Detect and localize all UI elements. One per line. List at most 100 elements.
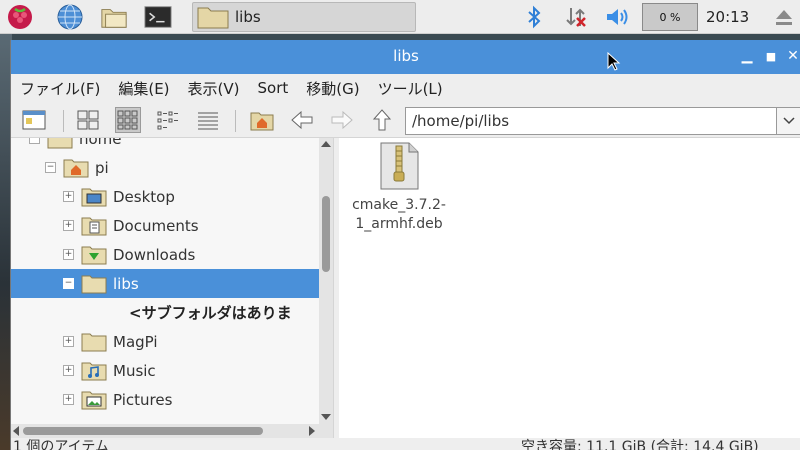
thumbnail-view-button[interactable] (115, 107, 141, 133)
list-view-button[interactable] (195, 107, 221, 133)
scrollbar-thumb[interactable] (322, 196, 330, 272)
bluetooth-icon[interactable] (520, 3, 548, 31)
home-button[interactable] (249, 107, 275, 133)
collapse-icon[interactable]: − (63, 278, 74, 289)
taskbar-window-label: libs (235, 8, 261, 26)
directory-tree[interactable]: − home − pi + Desktop + Documents + Down… (11, 138, 319, 424)
menu-go[interactable]: 移動(G) (297, 78, 368, 99)
new-window-button[interactable] (21, 107, 47, 133)
tree-item-documents[interactable]: + Documents (11, 211, 319, 240)
folder-icon (197, 7, 229, 29)
list-view-icon (198, 112, 218, 130)
expand-icon[interactable]: + (63, 394, 74, 405)
documents-folder-icon (81, 217, 107, 235)
thumbnail-view-icon (117, 110, 138, 130)
window-title: libs (393, 47, 419, 65)
tree-item-label: MagPi (113, 332, 158, 351)
close-icon[interactable]: ✕ (785, 48, 800, 64)
back-button[interactable] (289, 107, 315, 133)
path-dropdown-button[interactable] (777, 107, 800, 135)
scroll-down-icon[interactable] (321, 414, 331, 420)
minimize-icon[interactable]: ▁ (739, 48, 755, 64)
tree-vertical-scrollbar[interactable] (319, 138, 333, 424)
expand-icon[interactable]: + (63, 365, 74, 376)
desktop-folder-icon (81, 188, 107, 206)
collapse-icon[interactable]: − (29, 138, 40, 144)
path-input[interactable]: /home/pi/libs (405, 107, 777, 135)
status-bar: 1 個のアイテム 空き容量: 11.1 GiB (合計: 14.4 GiB) (11, 438, 800, 450)
tree-item-label: libs (113, 274, 139, 293)
tree-item-label: Documents (113, 216, 199, 235)
cpu-usage-monitor[interactable]: 0 % (642, 3, 698, 31)
toolbar: /home/pi/libs (11, 102, 800, 138)
file-manager-icon[interactable] (100, 3, 128, 31)
menu-file[interactable]: ファイル(F) (11, 78, 109, 99)
file-manager-window: libs ▁ ■ ✕ ファイル(F) 編集(E) 表示(V) Sort 移動(G… (10, 40, 800, 450)
tree-item-label: Music (113, 361, 156, 380)
compact-view-button[interactable] (155, 107, 181, 133)
tree-item-downloads[interactable]: + Downloads (11, 240, 319, 269)
window-titlebar[interactable]: libs ▁ ■ ✕ (11, 40, 800, 74)
tree-item-label: Desktop (113, 187, 175, 206)
tree-empty-note-row: <サブフォルダはありま (11, 298, 319, 327)
clock[interactable]: 20:13 (706, 8, 749, 26)
new-window-icon (22, 110, 46, 130)
tree-item-pi[interactable]: − pi (11, 153, 319, 182)
scroll-left-icon[interactable] (13, 426, 19, 436)
menu-sort[interactable]: Sort (249, 79, 298, 97)
web-browser-icon[interactable] (56, 3, 84, 31)
volume-icon[interactable] (604, 3, 632, 31)
network-disconnected-icon[interactable] (562, 3, 590, 31)
taskbar-window-button[interactable]: libs (192, 2, 416, 32)
menubar: ファイル(F) 編集(E) 表示(V) Sort 移動(G) ツール(L) (11, 74, 800, 102)
expand-icon[interactable]: + (63, 191, 74, 202)
file-item[interactable]: cmake_3.7.2-1_armhf.deb (351, 142, 447, 234)
menu-edit[interactable]: 編集(E) (109, 78, 178, 99)
tree-item-pictures[interactable]: + Pictures (11, 385, 319, 414)
menu-tools[interactable]: ツール(L) (369, 78, 452, 99)
no-subfolders-note: <サブフォルダはありま (129, 304, 292, 322)
scroll-right-icon[interactable] (309, 426, 315, 436)
raspberry-menu-icon[interactable] (6, 3, 34, 31)
icon-view-button[interactable] (75, 107, 101, 133)
chevron-down-icon (782, 117, 795, 125)
tree-item-magpi[interactable]: + MagPi (11, 327, 319, 356)
terminal-icon[interactable] (144, 3, 172, 31)
item-count: 1 個のアイテム (13, 439, 109, 450)
tree-horizontal-scrollbar[interactable] (11, 424, 333, 438)
music-folder-icon (81, 362, 107, 380)
tree-item-music[interactable]: + Music (11, 356, 319, 385)
expand-icon[interactable]: + (63, 249, 74, 260)
free-space: 空き容量: 11.1 GiB (合計: 14.4 GiB) (521, 439, 759, 450)
folder-icon (47, 138, 73, 148)
expand-icon[interactable]: + (63, 336, 74, 347)
eject-icon[interactable] (770, 3, 798, 31)
arrow-right-icon (331, 110, 353, 130)
arrow-up-icon (372, 109, 392, 131)
tree-item-label: pi (95, 158, 109, 177)
scroll-up-icon[interactable] (321, 141, 331, 147)
tree-item-home[interactable]: − home (11, 138, 319, 153)
taskbar: libs 0 % 20:13 (0, 0, 800, 34)
up-button[interactable] (369, 107, 395, 133)
arrow-left-icon (291, 110, 313, 130)
file-view[interactable]: cmake_3.7.2-1_armhf.deb (339, 138, 800, 438)
file-name: cmake_3.7.2-1_armhf.deb (352, 197, 446, 232)
tree-item-label: Downloads (113, 245, 196, 264)
menu-view[interactable]: 表示(V) (179, 78, 249, 99)
toolbar-separator (235, 110, 236, 132)
toolbar-separator (63, 110, 64, 132)
mouse-cursor-icon (607, 52, 621, 71)
tree-item-libs[interactable]: − libs (11, 269, 319, 298)
expand-icon[interactable]: + (63, 220, 74, 231)
folder-icon (81, 333, 107, 351)
downloads-folder-icon (81, 246, 107, 264)
tree-item-label: Pictures (113, 390, 173, 409)
forward-button[interactable] (329, 107, 355, 133)
scrollbar-thumb[interactable] (23, 427, 263, 435)
pictures-folder-icon (81, 391, 107, 409)
tree-item-desktop[interactable]: + Desktop (11, 182, 319, 211)
maximize-icon[interactable]: ■ (763, 50, 779, 63)
collapse-icon[interactable]: − (45, 162, 56, 173)
compact-view-icon (157, 111, 178, 130)
